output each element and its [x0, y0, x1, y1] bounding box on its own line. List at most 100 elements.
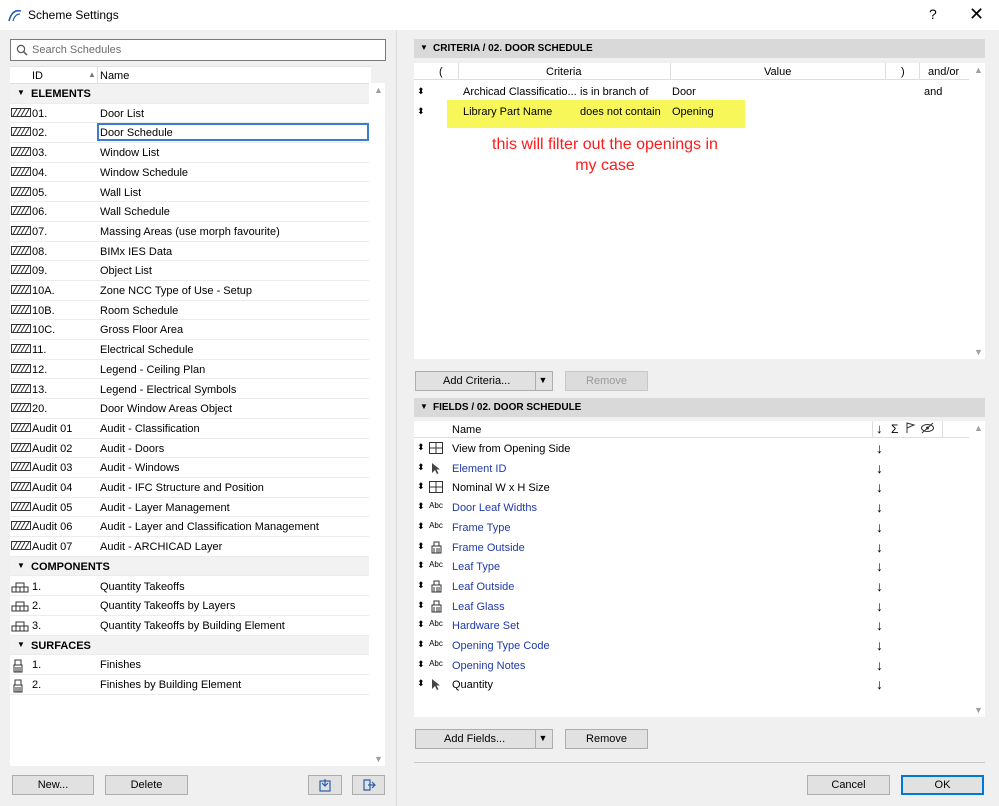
- schedule-row[interactable]: 2. Finishes by Building Element: [10, 675, 369, 695]
- drag-handle-icon[interactable]: ⬍: [417, 86, 425, 97]
- criteria-section-header[interactable]: ▼ CRITERIA / 02. DOOR SCHEDULE: [414, 39, 985, 58]
- collapse-icon[interactable]: ▼: [420, 43, 428, 52]
- sort-arrow-icon[interactable]: ↓: [876, 539, 883, 555]
- criteria-field[interactable]: Archicad Classificatio...: [463, 86, 577, 98]
- import-button[interactable]: [308, 775, 342, 795]
- criteria-value[interactable]: Opening: [672, 106, 714, 118]
- schedule-row[interactable]: 13. Legend - Electrical Symbols: [10, 380, 369, 400]
- schedule-row[interactable]: Audit 01 Audit - Classification: [10, 419, 369, 439]
- schedule-row[interactable]: Audit 04 Audit - IFC Structure and Positi…: [10, 478, 369, 498]
- schedule-row[interactable]: 10C. Gross Floor Area: [10, 320, 369, 341]
- drag-handle-icon[interactable]: ⬍: [417, 442, 425, 453]
- schedule-row[interactable]: Audit 03 Audit - Windows: [10, 458, 369, 478]
- chevron-down-icon[interactable]: ▼: [535, 730, 550, 748]
- delete-button[interactable]: Delete: [105, 775, 188, 795]
- schedule-row[interactable]: Audit 02 Audit - Doors: [10, 439, 369, 459]
- criteria-and-or[interactable]: and: [924, 86, 942, 98]
- scroll-up-icon[interactable]: ▲: [974, 423, 983, 433]
- criteria-field[interactable]: Library Part Name: [463, 106, 552, 118]
- drag-handle-icon[interactable]: ⬍: [417, 462, 425, 473]
- scroll-down-icon[interactable]: ▼: [974, 347, 983, 357]
- column-header-name[interactable]: Name: [100, 70, 129, 82]
- schedule-row[interactable]: 10A. Zone NCC Type of Use - Setup: [10, 281, 369, 301]
- add-fields-button[interactable]: Add Fields... ▼: [415, 729, 553, 749]
- chevron-down-icon[interactable]: ▼: [535, 372, 550, 390]
- help-button[interactable]: ?: [929, 6, 937, 22]
- group-header-elements[interactable]: ▼ ELEMENTS: [10, 84, 369, 104]
- field-row[interactable]: ⬍ Leaf Glass ↓: [414, 597, 969, 617]
- schedule-row[interactable]: 07. Massing Areas (use morph favourite): [10, 222, 369, 242]
- schedule-name[interactable]: Door Schedule: [97, 123, 369, 142]
- drag-handle-icon[interactable]: ⬍: [417, 580, 425, 591]
- drag-handle-icon[interactable]: ⬍: [417, 619, 425, 630]
- drag-handle-icon[interactable]: ⬍: [417, 481, 425, 492]
- criteria-row[interactable]: ⬍ Library Part Name does not contain Ope…: [414, 102, 969, 121]
- field-row[interactable]: ⬍ View from Opening Side ↓: [414, 439, 969, 459]
- field-row[interactable]: ⬍ Abc Hardware Set ↓: [414, 616, 969, 636]
- expand-triangle-icon[interactable]: ▼: [17, 640, 25, 649]
- expand-triangle-icon[interactable]: ▼: [17, 88, 25, 97]
- schedule-row[interactable]: 01. Door List: [10, 104, 369, 124]
- scroll-up-icon[interactable]: ▲: [374, 85, 383, 95]
- sort-arrow-icon[interactable]: ↓: [876, 479, 883, 495]
- schedule-row[interactable]: 04. Window Schedule: [10, 163, 369, 183]
- sort-arrow-icon[interactable]: ↓: [876, 676, 883, 692]
- schedule-row[interactable]: Audit 06 Audit - Layer and Classification…: [10, 517, 369, 538]
- remove-criteria-button[interactable]: Remove: [565, 371, 648, 391]
- sort-arrow-icon[interactable]: ↓: [876, 558, 883, 574]
- field-row[interactable]: ⬍ Quantity ↓: [414, 675, 969, 695]
- drag-handle-icon[interactable]: ⬍: [417, 659, 425, 670]
- field-row[interactable]: ⬍ Leaf Outside ↓: [414, 577, 969, 597]
- criteria-operator[interactable]: does not contain: [580, 106, 661, 118]
- drag-handle-icon[interactable]: ⬍: [417, 560, 425, 571]
- schedule-row[interactable]: Audit 07 Audit - ARCHICAD Layer: [10, 537, 369, 557]
- fields-section-header[interactable]: ▼ FIELDS / 02. DOOR SCHEDULE: [414, 398, 985, 417]
- schedule-row[interactable]: Audit 05 Audit - Layer Management: [10, 498, 369, 518]
- remove-field-button[interactable]: Remove: [565, 729, 648, 749]
- criteria-scrollbar[interactable]: ▲ ▼: [971, 63, 985, 359]
- pane-divider[interactable]: [396, 30, 397, 806]
- scroll-down-icon[interactable]: ▼: [374, 754, 383, 764]
- expand-triangle-icon[interactable]: ▼: [17, 561, 25, 570]
- sort-arrow-icon[interactable]: ↓: [876, 637, 883, 653]
- column-header-id[interactable]: ID: [32, 70, 43, 82]
- add-criteria-button[interactable]: Add Criteria... ▼: [415, 371, 553, 391]
- criteria-table[interactable]: ( Criteria Value ) and/or ⬍ Archicad Cla…: [414, 63, 985, 359]
- new-button[interactable]: New...: [12, 775, 94, 795]
- drag-handle-icon[interactable]: ⬍: [417, 106, 425, 117]
- drag-handle-icon[interactable]: ⬍: [417, 501, 425, 512]
- group-header-surfaces[interactable]: ▼ SURFACES: [10, 635, 369, 656]
- list-scrollbar[interactable]: ▲ ▼: [371, 83, 385, 766]
- drag-handle-icon[interactable]: ⬍: [417, 521, 425, 532]
- export-button[interactable]: [352, 775, 385, 795]
- field-row[interactable]: ⬍ Abc Opening Notes ↓: [414, 656, 969, 676]
- sort-arrow-icon[interactable]: ↓: [876, 519, 883, 535]
- sort-arrow-icon[interactable]: ↓: [876, 617, 883, 633]
- schedule-row[interactable]: 09. Object List: [10, 261, 369, 281]
- search-input[interactable]: Search Schedules: [10, 39, 386, 61]
- schedule-row[interactable]: 08. BIMx IES Data: [10, 242, 369, 262]
- schedule-row[interactable]: 11. Electrical Schedule: [10, 340, 369, 360]
- schedule-list[interactable]: ID ▲ Name ▼ ELEMENTS 01. Door List 02. Door S…: [10, 66, 371, 766]
- schedule-row[interactable]: 03. Window List: [10, 143, 369, 163]
- schedule-row[interactable]: 02. Door Schedule: [10, 123, 369, 144]
- fields-table[interactable]: Name ↓ Σ ⬍ View from Opening Side ↓ ⬍ Elemen…: [414, 421, 985, 717]
- field-row[interactable]: ⬍ Abc Door Leaf Widths ↓: [414, 498, 969, 518]
- schedule-row[interactable]: 10B. Room Schedule: [10, 301, 369, 321]
- collapse-icon[interactable]: ▼: [420, 402, 428, 411]
- scroll-down-icon[interactable]: ▼: [974, 705, 983, 715]
- schedule-row[interactable]: 20. Door Window Areas Object: [10, 399, 369, 419]
- sort-arrow-icon[interactable]: ↓: [876, 460, 883, 476]
- scroll-up-icon[interactable]: ▲: [974, 65, 983, 75]
- sort-arrow-icon[interactable]: ↓: [876, 440, 883, 456]
- drag-handle-icon[interactable]: ⬍: [417, 541, 425, 552]
- schedule-row[interactable]: 3. Quantity Takeoffs by Building Element: [10, 616, 369, 636]
- field-row[interactable]: ⬍ Frame Outside ↓: [414, 538, 969, 558]
- criteria-value[interactable]: Door: [672, 86, 696, 98]
- sort-arrow-icon[interactable]: ↓: [876, 598, 883, 614]
- sort-arrow-icon[interactable]: ↓: [876, 657, 883, 673]
- schedule-row[interactable]: 1. Finishes: [10, 655, 369, 675]
- sort-arrow-icon[interactable]: ↓: [876, 499, 883, 515]
- schedule-row[interactable]: 2. Quantity Takeoffs by Layers: [10, 596, 369, 616]
- field-row[interactable]: ⬍ Abc Leaf Type ↓: [414, 557, 969, 577]
